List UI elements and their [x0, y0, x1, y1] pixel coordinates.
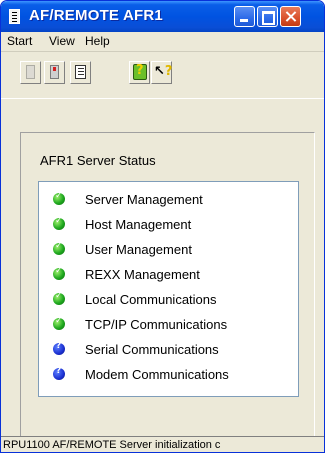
list-item-label: Serial Communications: [85, 342, 219, 357]
status-unknown-icon: [53, 366, 65, 380]
list-item[interactable]: User Management: [53, 240, 293, 260]
list-item[interactable]: Serial Communications: [53, 340, 293, 360]
list-item-label: Local Communications: [85, 292, 217, 307]
maximize-button[interactable]: [257, 6, 278, 27]
list-item[interactable]: Server Management: [53, 190, 293, 210]
status-ok-icon: [53, 191, 65, 205]
document-red-icon: [50, 65, 59, 79]
status-bar: RPU1100 AF/REMOTE Server initialization …: [1, 436, 324, 452]
minimize-button[interactable]: [234, 6, 255, 27]
log-button[interactable]: [70, 61, 91, 84]
status-ok-icon: [53, 291, 65, 305]
status-list[interactable]: Server Management Host Management User M…: [38, 181, 299, 397]
app-window: AF/REMOTE AFR1 Start View Help ↖? AFR1 S…: [0, 0, 325, 453]
toolbar: ↖?: [1, 53, 324, 99]
list-item[interactable]: Host Management: [53, 215, 293, 235]
list-item-label: User Management: [85, 242, 192, 257]
list-item[interactable]: TCP/IP Communications: [53, 315, 293, 335]
list-icon: [75, 65, 86, 79]
menu-start[interactable]: Start: [7, 34, 32, 48]
arrow-question-icon: ↖?: [154, 64, 173, 79]
help-button[interactable]: [129, 61, 150, 84]
context-help-button[interactable]: ↖?: [151, 61, 172, 84]
status-ok-icon: [53, 266, 65, 280]
list-item[interactable]: Modem Communications: [53, 365, 293, 385]
stop-server-button[interactable]: [44, 61, 65, 84]
list-item-label: Modem Communications: [85, 367, 229, 382]
app-document-icon[interactable]: [9, 9, 20, 24]
list-item[interactable]: REXX Management: [53, 265, 293, 285]
menu-bar: Start View Help: [1, 32, 324, 52]
window-title: AF/REMOTE AFR1: [29, 7, 163, 24]
list-item-label: TCP/IP Communications: [85, 317, 228, 332]
list-item-label: REXX Management: [85, 267, 200, 282]
group-title: AFR1 Server Status: [40, 153, 156, 168]
status-text: RPU1100 AF/REMOTE Server initialization …: [3, 439, 221, 451]
close-button[interactable]: [280, 6, 301, 27]
list-item-label: Host Management: [85, 217, 192, 232]
list-item[interactable]: Local Communications: [53, 290, 293, 310]
status-ok-icon: [53, 216, 65, 230]
status-ok-icon: [53, 316, 65, 330]
list-item-label: Server Management: [85, 192, 203, 207]
start-server-button[interactable]: [20, 61, 41, 84]
menu-help[interactable]: Help: [85, 34, 110, 48]
status-ok-icon: [53, 241, 65, 255]
title-bar[interactable]: AF/REMOTE AFR1: [1, 1, 324, 32]
status-unknown-icon: [53, 341, 65, 355]
document-icon: [26, 65, 35, 79]
help-book-icon: [133, 63, 147, 80]
menu-view[interactable]: View: [49, 34, 75, 48]
